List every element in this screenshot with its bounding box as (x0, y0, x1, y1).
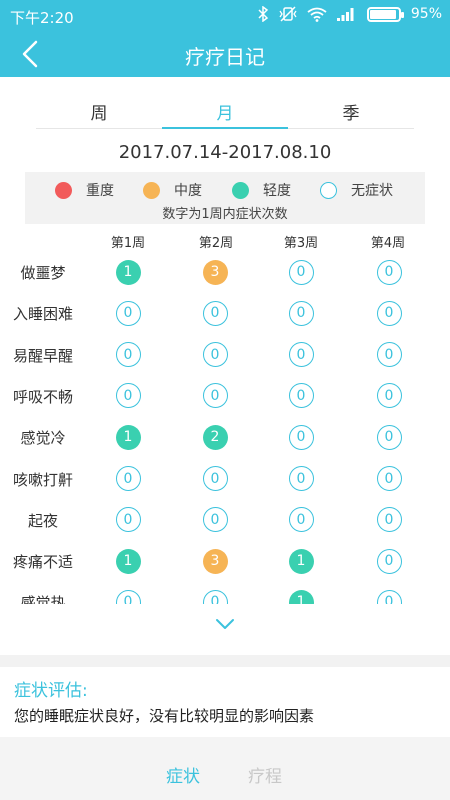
chevron-down-icon[interactable] (214, 617, 236, 631)
symptom-count-cell: 0 (376, 424, 402, 450)
assessment-title: 症状评估: (14, 681, 88, 701)
symptom-count-cell: 0 (202, 383, 228, 409)
mild-dot-icon (232, 181, 249, 199)
tab-month[interactable]: 月 (162, 90, 288, 129)
symptom-grid[interactable]: 第1周 第2周 第3周 第4周 做噩梦 1 3 0 0 入睡困难 0 0 0 0 易醒早醒 0 0 0 0 呼… (0, 228, 450, 604)
tab-course[interactable]: 疗程 (248, 762, 282, 787)
week-header: 第2周 (198, 236, 234, 251)
legend-item-moderate: 中度 (143, 180, 202, 200)
moderate-dot-icon (143, 181, 160, 199)
symptom-count-cell: 3 (202, 259, 228, 285)
symptom-count-cell: 1 (115, 424, 141, 450)
symptom-count-cell: 1 (288, 589, 314, 604)
symptom-label: 呼吸不畅 (12, 387, 73, 406)
symptom-label: 感觉冷 (20, 429, 66, 448)
symptom-count-cell: 0 (202, 342, 228, 368)
wifi-icon (307, 7, 327, 22)
symptom-count-cell: 0 (115, 300, 141, 326)
bottom-tab-bar: 症状 疗程 (0, 737, 450, 800)
symptom-label: 做噩梦 (20, 264, 66, 282)
symptom-count-cell: 0 (115, 466, 141, 491)
symptom-count-cell: 0 (376, 300, 402, 326)
symptom-count-cell: 0 (115, 507, 141, 533)
symptom-count-cell: 0 (288, 342, 314, 368)
battery-percent: 95% (410, 6, 442, 22)
symptom-count-cell: 0 (288, 424, 314, 450)
legend-item-severe: 重度 (55, 180, 114, 200)
symptom-count-cell: 0 (376, 342, 402, 368)
symptom-count-cell: 0 (376, 259, 402, 285)
battery-fill (369, 9, 397, 19)
week-header: 第3周 (283, 236, 319, 251)
battery-icon (366, 6, 404, 22)
status-time: 下午2:20 (10, 9, 74, 27)
symptom-label: 起夜 (27, 511, 58, 530)
symptom-count-cell: 0 (202, 300, 228, 326)
tab-week[interactable]: 周 (36, 90, 162, 128)
period-tabs: 周 月 季 (36, 90, 414, 129)
section-divider (0, 655, 450, 667)
symptom-count-cell: 0 (376, 548, 402, 574)
symptom-count-cell: 0 (288, 383, 314, 409)
legend-label: 中度 (174, 183, 202, 199)
symptom-label: 易醒早醒 (12, 346, 73, 365)
symptom-count-cell: 0 (202, 466, 228, 491)
page-title: 疗疗日记 (185, 45, 265, 69)
symptom-label: 疼痛不适 (12, 553, 73, 572)
symptom-count-cell: 0 (288, 300, 314, 326)
symptom-count-cell: 0 (376, 466, 402, 491)
symptom-count-cell: 0 (202, 589, 228, 604)
symptom-count-cell: 0 (115, 342, 141, 368)
legend: 重度 中度 轻度 无症状 数字为1周内症状次数 (25, 172, 425, 224)
legend-label: 重度 (86, 183, 114, 199)
symptom-count-cell: 0 (288, 466, 314, 491)
tab-season[interactable]: 季 (288, 90, 414, 128)
symptom-label: 感觉热 (20, 594, 66, 604)
severe-dot-icon (55, 181, 72, 199)
symptom-count-cell: 0 (288, 507, 314, 533)
signal-icon (336, 8, 354, 21)
symptom-count-cell: 1 (288, 548, 314, 574)
symptom-count-cell: 0 (376, 589, 402, 604)
symptom-label: 入睡困难 (12, 305, 73, 324)
none-ring-icon (320, 181, 337, 199)
symptom-count-cell: 0 (288, 259, 314, 285)
legend-note: 数字为1周内症状次数 (162, 207, 288, 222)
vibrate-off-icon (279, 6, 297, 22)
symptom-count-cell: 1 (115, 259, 141, 285)
legend-label: 轻度 (263, 183, 291, 199)
symptom-count-cell: 0 (115, 589, 141, 604)
status-icons: 95% (257, 6, 442, 22)
legend-item-mild: 轻度 (232, 180, 291, 200)
symptom-count-cell: 2 (202, 424, 228, 450)
symptom-label: 咳嗽打鼾 (12, 470, 73, 489)
bluetooth-icon (258, 6, 269, 22)
tab-symptoms[interactable]: 症状 (166, 762, 200, 787)
week-header: 第4周 (370, 236, 406, 251)
legend-item-none: 无症状 (320, 180, 393, 200)
symptom-count-cell: 0 (202, 507, 228, 533)
legend-label: 无症状 (351, 183, 393, 199)
assessment-text: 您的睡眠症状良好，没有比较明显的影响因素 (14, 707, 315, 725)
symptom-count-cell: 3 (202, 548, 228, 574)
status-bar: 下午2:20 95% (0, 0, 450, 32)
symptom-count-cell: 0 (376, 507, 402, 533)
symptom-count-cell: 0 (376, 383, 402, 409)
date-range: 2017.07.14-2017.08.10 (118, 142, 332, 163)
symptom-count-cell: 0 (115, 383, 141, 409)
symptom-count-cell: 1 (115, 548, 141, 574)
week-header: 第1周 (110, 236, 146, 251)
nav-bar: 疗疗日记 (0, 32, 450, 77)
